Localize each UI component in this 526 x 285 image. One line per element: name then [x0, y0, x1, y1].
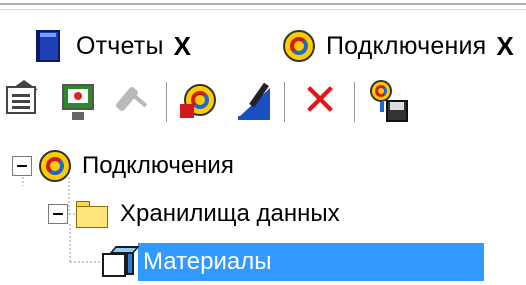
- tab-reports[interactable]: Отчеты X: [0, 22, 191, 70]
- tree-node-label: Материалы: [138, 243, 484, 281]
- tree-node-materials[interactable]: Материалы: [100, 240, 484, 284]
- delete-icon: ✕: [301, 76, 339, 125]
- tab-reports-label: Отчеты: [76, 31, 164, 60]
- tab-strip: Отчеты X Подключения X: [0, 22, 526, 70]
- cube-icon: [100, 244, 140, 280]
- connection-icon: [38, 149, 72, 183]
- collapse-toggle[interactable]: [12, 156, 32, 176]
- folder-icon: [74, 199, 110, 229]
- plug-button[interactable]: [110, 78, 154, 124]
- tree-node-connections[interactable]: Подключения: [12, 144, 234, 188]
- new-connection-button[interactable]: [178, 78, 222, 124]
- tree-node-data-storages[interactable]: Хранилища данных: [48, 192, 340, 236]
- toolbar: ✕: [0, 78, 526, 128]
- toolbar-separator: [166, 82, 168, 122]
- monitor-button[interactable]: [56, 78, 100, 124]
- properties-button[interactable]: [2, 78, 46, 124]
- edit-button[interactable]: [232, 78, 276, 124]
- tab-connections[interactable]: Подключения X: [282, 22, 514, 70]
- tab-connections-close-button[interactable]: X: [496, 31, 513, 62]
- collapse-toggle[interactable]: [48, 204, 68, 224]
- toolbar-separator: [284, 82, 286, 122]
- save-connection-button[interactable]: [368, 78, 412, 124]
- report-book-icon: [32, 29, 66, 63]
- tree-node-label: Хранилища данных: [120, 200, 340, 227]
- delete-button[interactable]: ✕: [298, 78, 342, 124]
- connection-icon: [282, 29, 316, 63]
- connections-tree: Подключения Хранилища данных Материалы: [0, 140, 526, 285]
- top-border-shadow: [0, 9, 526, 10]
- top-border: [0, 3, 526, 5]
- toolbar-separator: [354, 82, 356, 122]
- tab-reports-close-button[interactable]: X: [174, 31, 191, 62]
- tree-node-label: Подключения: [82, 152, 234, 179]
- tab-connections-label: Подключения: [326, 31, 487, 60]
